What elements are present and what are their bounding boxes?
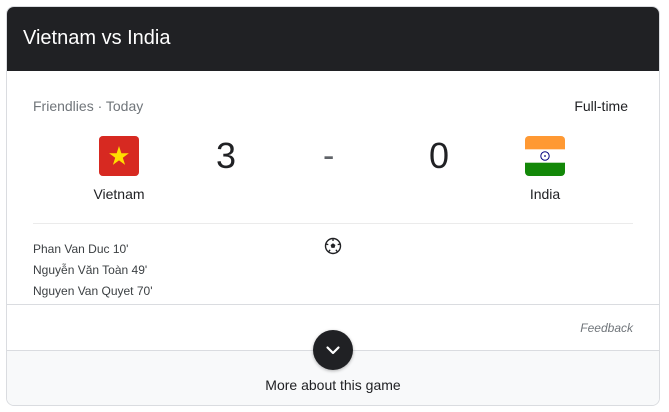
match-title[interactable]: Vietnam vs India: [23, 27, 171, 50]
divider: [7, 304, 659, 305]
match-card: Vietnam vs India Friendlies · Today Full…: [6, 6, 660, 406]
away-team-name[interactable]: India: [485, 186, 605, 202]
soccer-ball-icon: [324, 237, 342, 260]
expand-button[interactable]: [313, 330, 353, 370]
score-separator: -: [323, 137, 335, 175]
competition-label: Friendlies · Today: [33, 98, 144, 114]
india-flag-icon: [525, 136, 565, 176]
match-status: Full-time: [574, 98, 628, 114]
india-flag: [525, 136, 565, 176]
vietnam-flag: [99, 136, 139, 176]
home-goal-scorers: Phan Van Duc 10' Nguyễn Văn Toàn 49' Ngu…: [33, 239, 152, 302]
card-header: Vietnam vs India: [7, 7, 659, 71]
home-score: 3: [215, 135, 237, 176]
more-about-game-label[interactable]: More about this game: [7, 377, 659, 393]
divider: [33, 223, 633, 224]
vietnam-flag-icon: [99, 136, 139, 176]
away-score: 0: [428, 135, 450, 176]
goal-scorer: Phan Van Duc 10': [33, 242, 129, 256]
home-team-name[interactable]: Vietnam: [59, 186, 179, 202]
feedback-link[interactable]: Feedback: [580, 321, 633, 335]
goal-scorer: Nguyen Van Quyet 70': [33, 284, 153, 298]
goal-scorer: Nguyễn Văn Toàn 49': [33, 263, 148, 277]
chevron-down-icon: [326, 346, 340, 355]
